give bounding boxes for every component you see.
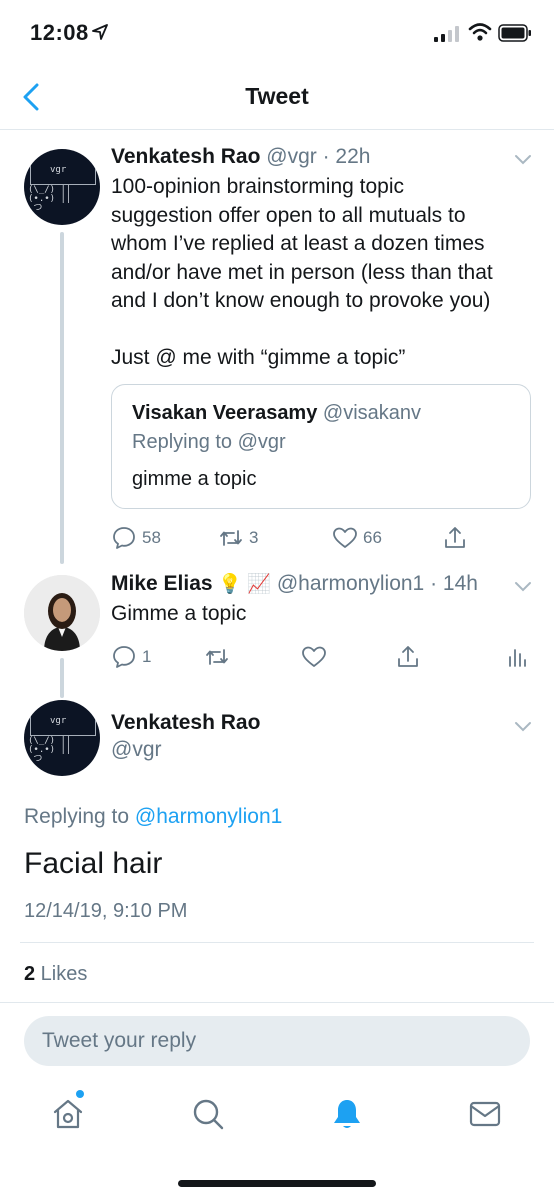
main-tweet-text: Facial hair xyxy=(24,847,163,880)
messages-icon[interactable] xyxy=(467,1096,503,1132)
reply-count: 1 xyxy=(142,647,152,666)
author-name[interactable]: Mike Elias xyxy=(111,572,213,595)
avatar[interactable]: vgr (\_/) || (•.•) || つ xyxy=(24,700,100,776)
reply-icon xyxy=(113,527,135,549)
like-count: 66 xyxy=(363,528,382,547)
status-time: 12:08 xyxy=(30,20,89,45)
tweet-body: Gimme a topic xyxy=(111,602,247,625)
navigation-bar: Tweet xyxy=(0,62,554,130)
main-author-handle: @vgr xyxy=(111,738,162,761)
chevron-down-icon[interactable] xyxy=(513,153,533,167)
tweet-author-line: Venkatesh Rao @vgr · 22h xyxy=(111,145,370,169)
reply-input[interactable]: Tweet your reply xyxy=(24,1016,530,1066)
tweet-line: whom I’ve replied at least a dozen times xyxy=(111,232,485,256)
reply-placeholder: Tweet your reply xyxy=(42,1029,197,1052)
share-button[interactable] xyxy=(442,525,468,551)
retweet-button[interactable]: 3 xyxy=(218,525,258,551)
battery-icon xyxy=(498,24,531,42)
retweet-icon xyxy=(206,649,228,665)
tweet-line: and/or have met in person (less than tha… xyxy=(111,260,493,284)
notifications-icon[interactable] xyxy=(329,1096,365,1132)
quoted-author-line: Visakan Veerasamy @visakanv xyxy=(132,402,421,425)
profile-photo xyxy=(24,575,100,651)
likes-number: 2 xyxy=(24,963,36,985)
tweet-line: 100-opinion brainstorming topic xyxy=(111,175,405,198)
share-icon xyxy=(398,646,418,667)
chevron-down-icon[interactable] xyxy=(513,580,533,594)
author-name[interactable]: Venkatesh Rao xyxy=(111,145,260,168)
tweet-line: Just @ me with “gimme a topic” xyxy=(111,345,406,369)
retweet-button[interactable] xyxy=(204,644,230,670)
avatar-text: vgr xyxy=(50,165,67,175)
share-icon xyxy=(445,527,465,548)
thread-line xyxy=(60,658,64,698)
quoted-text: gimme a topic xyxy=(132,468,257,490)
page-title: Tweet xyxy=(245,83,309,109)
quoted-author-name: Visakan Veerasamy xyxy=(132,402,318,424)
author-name[interactable]: Venkatesh Rao xyxy=(111,711,260,734)
avatar-art: (\_/) || (•.•) || つ xyxy=(28,185,72,213)
likes-count[interactable]: 2 Likes xyxy=(24,963,87,986)
tweet-author-line: Mike Elias 💡 📈 @harmonylion1 · 14h xyxy=(111,572,478,596)
replying-to-handle[interactable]: @harmonylion1 xyxy=(135,805,282,828)
chevron-down-icon[interactable] xyxy=(513,720,533,734)
wifi-icon xyxy=(468,23,492,41)
status-bar: 12:08 xyxy=(0,0,554,60)
location-arrow-icon xyxy=(92,24,108,40)
avatar[interactable]: vgr (\_/) || (•.•) || つ xyxy=(24,149,100,225)
author-emoji: 💡 📈 xyxy=(218,574,271,595)
avatar[interactable] xyxy=(24,575,100,651)
avatar-art: (\_/) || (•.•) || つ xyxy=(28,736,72,764)
likes-label: Likes xyxy=(35,963,88,985)
thread-line xyxy=(60,232,64,564)
reply-button[interactable]: 1 xyxy=(111,644,151,670)
heart-icon xyxy=(302,646,326,667)
search-icon[interactable] xyxy=(190,1096,226,1132)
reply-button[interactable]: 58 xyxy=(111,525,161,551)
replying-to: Replying to @harmonylion1 xyxy=(24,805,282,829)
retweet-icon xyxy=(220,530,242,546)
replying-to-label: Replying to xyxy=(24,805,135,828)
cellular-signal-icon xyxy=(434,26,459,42)
home-notification-dot xyxy=(76,1090,84,1098)
divider xyxy=(0,1002,554,1003)
analytics-icon xyxy=(509,649,526,667)
avatar-text: vgr xyxy=(50,716,67,726)
heart-icon xyxy=(333,527,357,548)
quoted-replying-to: Replying to @vgr xyxy=(132,431,286,453)
like-button[interactable] xyxy=(301,644,327,670)
reply-icon xyxy=(113,646,135,668)
home-indicator[interactable] xyxy=(178,1180,376,1187)
share-button[interactable] xyxy=(395,644,421,670)
author-handle: @harmonylion1 · 14h xyxy=(276,572,478,595)
main-author-name: Venkatesh Rao xyxy=(111,711,260,735)
quoted-tweet-card[interactable]: Visakan Veerasamy @visakanv Replying to … xyxy=(111,384,531,509)
home-icon[interactable] xyxy=(50,1096,86,1132)
tweet-body: 100-opinion brainstorming topic suggesti… xyxy=(111,173,493,373)
tweet-line: and I don’t know enough to provoke you) xyxy=(111,289,491,313)
retweet-count: 3 xyxy=(249,528,259,547)
author-handle: @vgr · 22h xyxy=(266,145,371,168)
quoted-author-handle: @visakanv xyxy=(322,402,422,424)
analytics-button[interactable] xyxy=(504,644,530,670)
divider xyxy=(20,942,534,943)
reply-count: 58 xyxy=(142,528,161,547)
tweet-line: suggestion offer open to all mutuals to xyxy=(111,203,466,227)
like-button[interactable]: 66 xyxy=(332,525,382,551)
timestamp: 12/14/19, 9:10 PM xyxy=(24,900,188,922)
